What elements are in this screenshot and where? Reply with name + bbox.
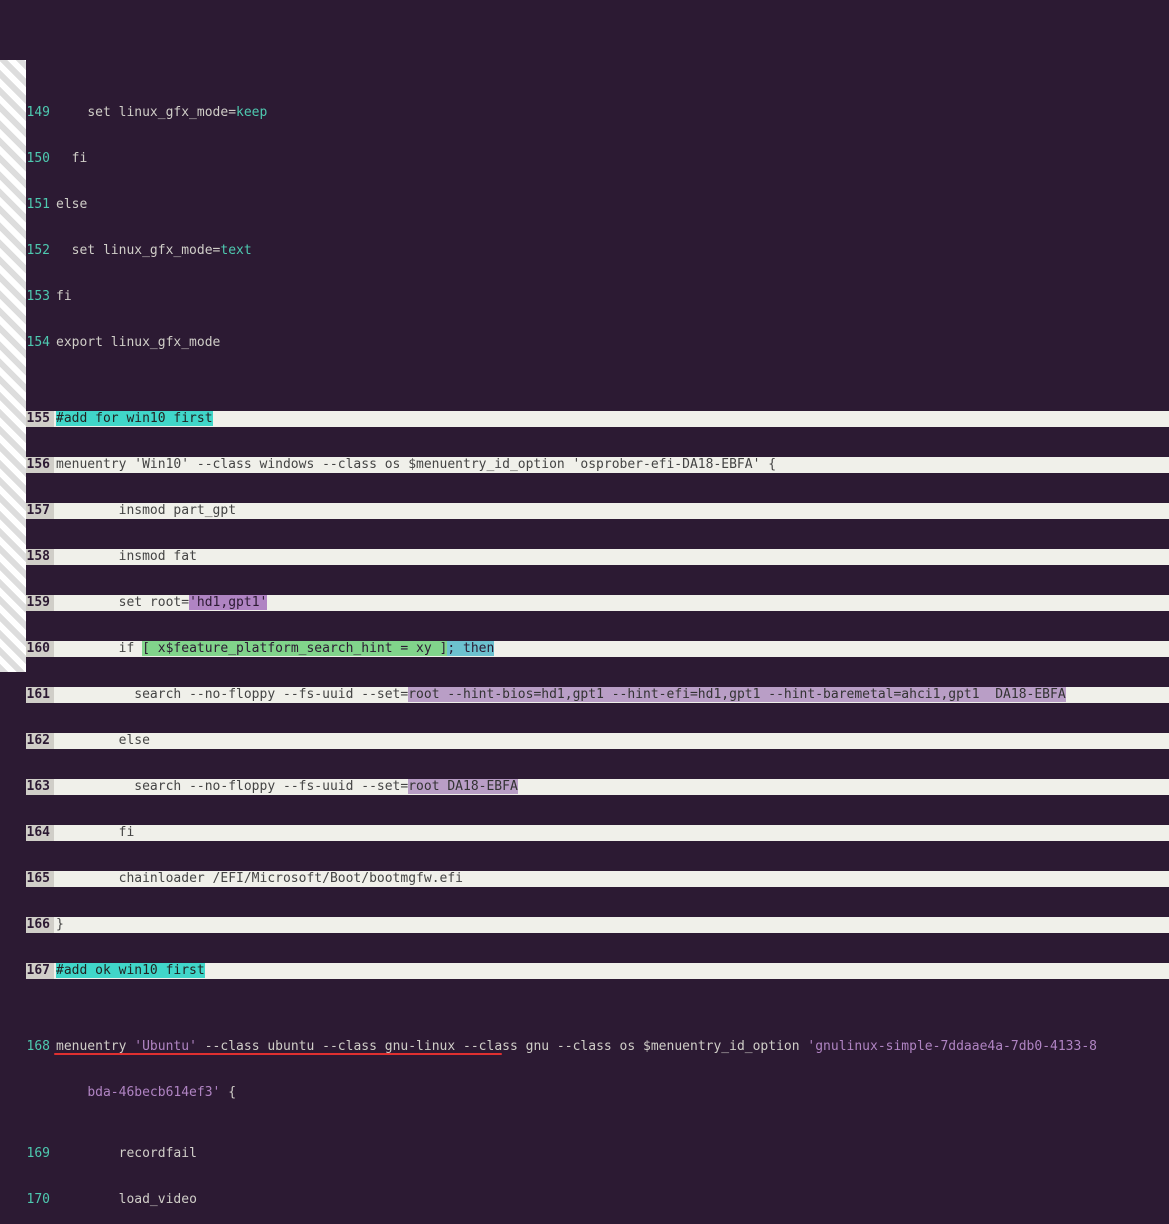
checker-gutter: [0, 60, 26, 672]
code-line: 152 set linux_gfx_mode=text: [26, 243, 1169, 259]
code-line: 151else: [26, 197, 1169, 213]
code-line: 149 set linux_gfx_mode=keep: [26, 105, 1169, 121]
code-line: 156menuentry 'Win10' --class windows --c…: [26, 457, 1169, 473]
code-line: 160 if [ x$feature_platform_search_hint …: [26, 641, 1169, 657]
code-line: 163 search --no-floppy --fs-uuid --set=r…: [26, 779, 1169, 795]
code-line: 159 set root='hd1,gpt1': [26, 595, 1169, 611]
code-line: 164 fi: [26, 825, 1169, 841]
code-line: 165 chainloader /EFI/Microsoft/Boot/boot…: [26, 871, 1169, 887]
condition-highlight: [ x$feature_platform_search_hint = xy ]: [142, 641, 447, 656]
code-line: 161 search --no-floppy --fs-uuid --set=r…: [26, 687, 1169, 703]
code-line: 157 insmod part_gpt: [26, 503, 1169, 519]
code-line: 162 else: [26, 733, 1169, 749]
comment-highlight: #add ok win10 first: [56, 963, 205, 978]
code-line: 155#add for win10 first: [26, 411, 1169, 427]
line-number: 149: [26, 105, 54, 121]
document-lines: 149 set linux_gfx_mode=keep 150 fi 151el…: [26, 60, 1169, 1224]
comment-highlight: #add for win10 first: [56, 411, 213, 426]
code-editor[interactable]: 149 set linux_gfx_mode=keep 150 fi 151el…: [0, 60, 1169, 672]
red-underline-annotation: [54, 1053, 502, 1055]
code-line: 166}: [26, 917, 1169, 933]
code-line: 150 fi: [26, 151, 1169, 167]
code-line: 167#add ok win10 first: [26, 963, 1169, 979]
code-line: 154export linux_gfx_mode: [26, 335, 1169, 351]
code-line: 158 insmod fat: [26, 549, 1169, 565]
code-line: bda-46becb614ef3' {: [26, 1085, 1169, 1101]
code-line: 153fi: [26, 289, 1169, 305]
code-line: 169 recordfail: [26, 1146, 1169, 1162]
string-highlight: 'hd1,gpt1': [189, 595, 267, 610]
code-line: 170 load_video: [26, 1192, 1169, 1208]
code-line: 168 menuentry 'Ubuntu' --class ubuntu --…: [26, 1039, 1169, 1055]
